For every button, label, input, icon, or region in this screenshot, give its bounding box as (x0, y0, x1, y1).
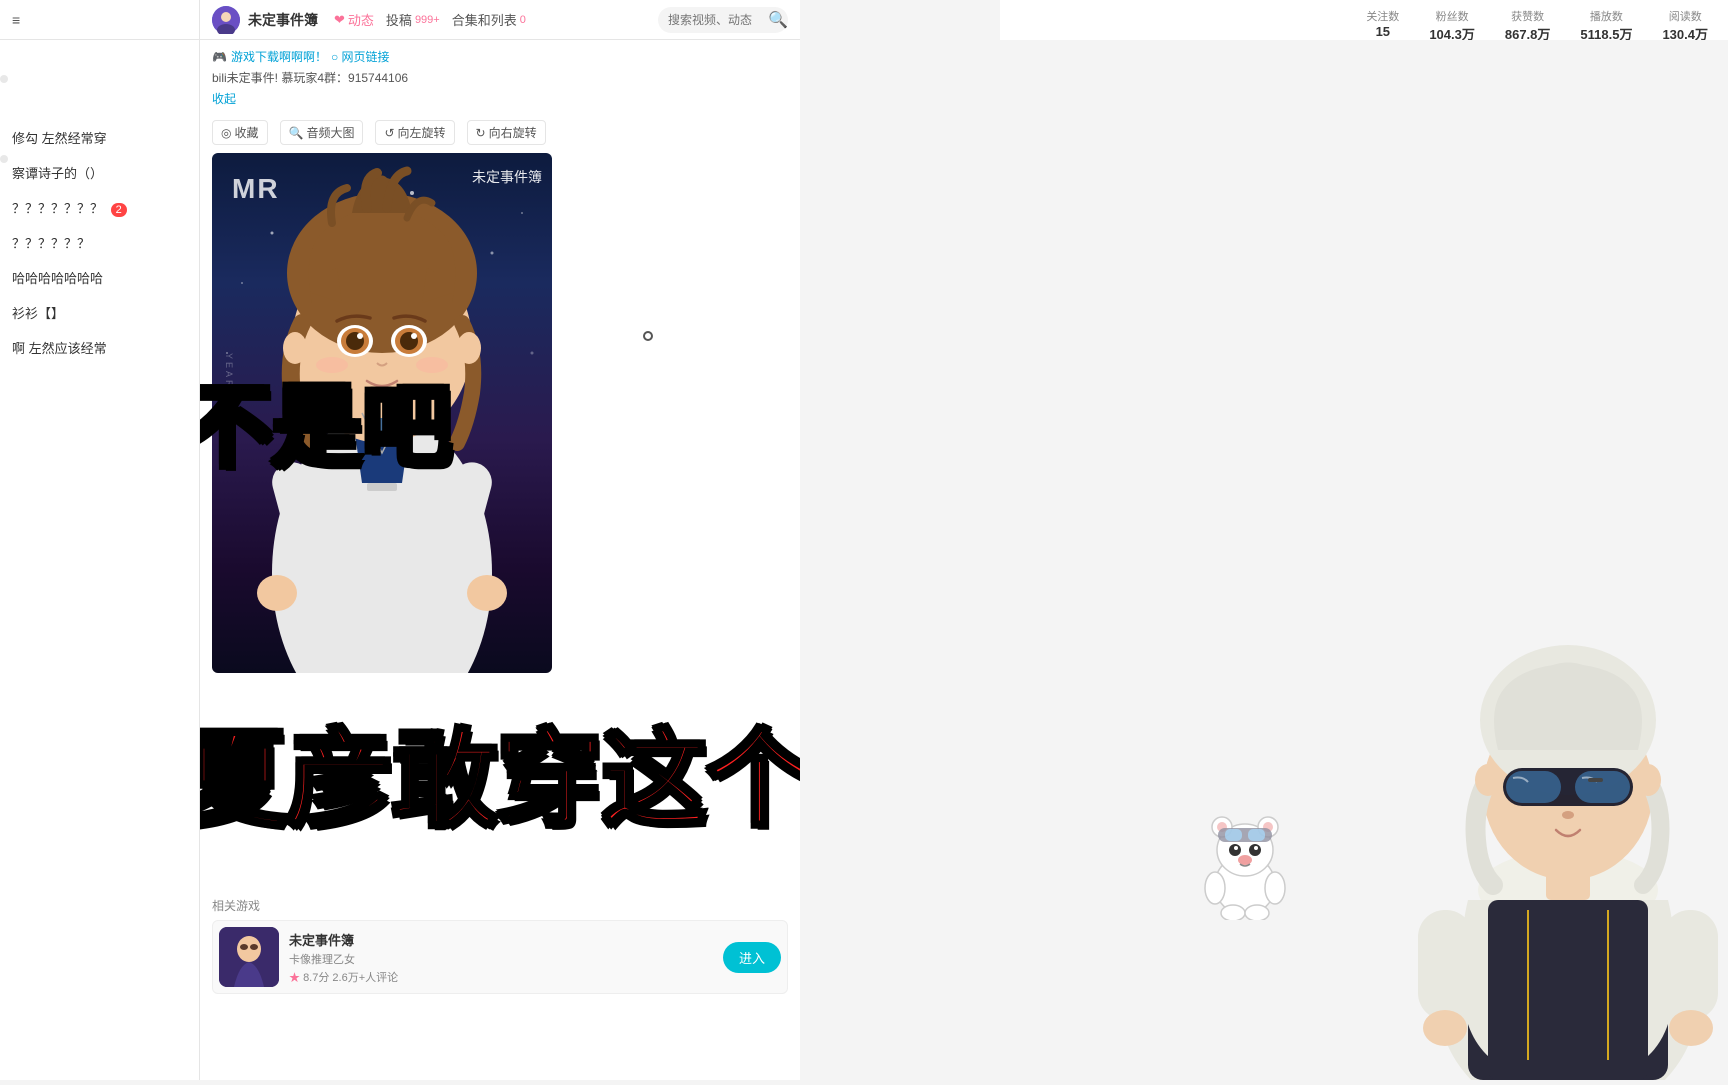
rotate-left-button[interactable]: ↺ 向左旋转 (375, 120, 454, 145)
game-card: 未定事件簿 卡像推理乙女 ★ 8.7分 2.6万+人评论 进入 (212, 920, 788, 994)
related-games: 相关游戏 未定事件簿 卡像推理乙女 ★ 8.7分 2.6万+人评论 (200, 893, 800, 998)
bear-mascot (1200, 810, 1290, 920)
stat-plays: 播放数 5118.5万 (1580, 8, 1632, 43)
left-indicator-1 (0, 75, 8, 83)
badge-2: 2 (111, 203, 127, 217)
sidebar-item-2[interactable]: 察谭诗子的（） (0, 155, 199, 190)
search-image-icon: 🔍 (289, 126, 304, 140)
sidebar-item-4[interactable]: ？？？？？？ (0, 225, 199, 260)
rating-stars: ★ (289, 972, 300, 984)
bookmark-icon: ◎ (221, 126, 231, 140)
enter-game-button[interactable]: 进入 (723, 942, 781, 973)
stat-followers: 关注数 15 (1366, 8, 1399, 43)
bookmark-button[interactable]: ◎ 收藏 (212, 120, 268, 145)
search-icon[interactable]: 🔍 (768, 10, 788, 30)
nav-item-dongtai[interactable]: ❤ 动态 (334, 10, 374, 29)
audio-image-button[interactable]: 🔍 音频大图 (280, 120, 364, 145)
right-character (1408, 620, 1728, 1080)
related-label: 相关游戏 (212, 897, 788, 914)
main-content: 未定事件簿 ❤ 动态 投稿 999+ 合集和列表 0 🔍 🎮 游戏下载啊啊啊！ … (200, 0, 800, 1080)
stat-reads: 阅读数 130.4万 (1662, 8, 1708, 43)
game-info: 未定事件簿 卡像推理乙女 ★ 8.7分 2.6万+人评论 (289, 930, 713, 985)
channel-name: 未定事件簿 (248, 10, 318, 30)
topbar: 未定事件簿 ❤ 动态 投稿 999+ 合集和列表 0 🔍 (200, 0, 800, 40)
sidebar-item-6[interactable]: 衫衫【】 (0, 295, 199, 330)
search-bar[interactable]: 🔍 (658, 7, 788, 33)
content-desc: bili未定事件! 慕玩家4群：915744106 (212, 69, 788, 86)
nav-item-tougao[interactable]: 投稿 999+ (386, 10, 440, 29)
game-icon: 🎮 (212, 50, 227, 64)
stat-likes: 获赞数 867.8万 (1505, 8, 1551, 43)
right-panel (1000, 40, 1728, 1080)
game-rating: ★ 8.7分 2.6万+人评论 (289, 969, 713, 985)
rotate-right-icon: ↻ (476, 126, 486, 140)
rotate-right-button[interactable]: ↻ 向右旋转 (467, 120, 546, 145)
bookmark-btn[interactable]: 收起 (212, 92, 236, 106)
sidebar-item-7[interactable]: 啊 左然应该经常 (0, 330, 199, 365)
channel-avatar[interactable] (212, 6, 240, 34)
sidebar-item-1[interactable]: 修勾 左然经常穿 (0, 120, 199, 155)
sidebar-header: ≡ (0, 0, 199, 40)
topbar-nav: ❤ 动态 投稿 999+ 合集和列表 0 (334, 10, 526, 29)
game-title-overlay: 未定事件簿 (472, 167, 542, 187)
sidebar-item-5[interactable]: 哈哈哈哈哈哈哈 (0, 260, 199, 295)
rotate-left-icon: ↺ (384, 126, 394, 140)
content-link[interactable]: 🎮 游戏下载啊啊啊！ ○ 网页链接 (212, 48, 788, 65)
toolbar: ◎ 收藏 🔍 音频大图 ↺ 向左旋转 ↻ 向右旋转 (200, 116, 800, 149)
content-body: 🎮 游戏下载啊啊啊！ ○ 网页链接 bili未定事件! 慕玩家4群：915744… (200, 40, 800, 116)
overlay-text-1: 不是吧 (200, 383, 452, 473)
sidebar-logo: ≡ (12, 12, 20, 28)
video-area[interactable]: MR 未定事件簿 YEARS OF T 不是吧 夏彦敢穿这个 (212, 153, 552, 673)
game-title: 未定事件簿 (289, 930, 713, 949)
nav-item-heji[interactable]: 合集和列表 0 (452, 10, 526, 29)
sidebar-item-3[interactable]: ？？？？？？？ 2 (0, 190, 199, 225)
game-subtitle: 卡像推理乙女 (289, 951, 713, 967)
share-link[interactable]: ○ 网页链接 (331, 48, 390, 65)
sidebar: ≡ 修勾 左然经常穿 察谭诗子的（） ？？？？？？？ 2 ？？？？？？ 哈哈哈哈… (0, 0, 200, 1080)
stat-fans: 粉丝数 104.3万 (1429, 8, 1475, 43)
game-thumbnail (219, 927, 279, 987)
overlay-text-2: 夏彦敢穿这个 (200, 728, 800, 833)
watermark-mr: MR (232, 173, 280, 205)
search-input[interactable] (668, 13, 768, 27)
